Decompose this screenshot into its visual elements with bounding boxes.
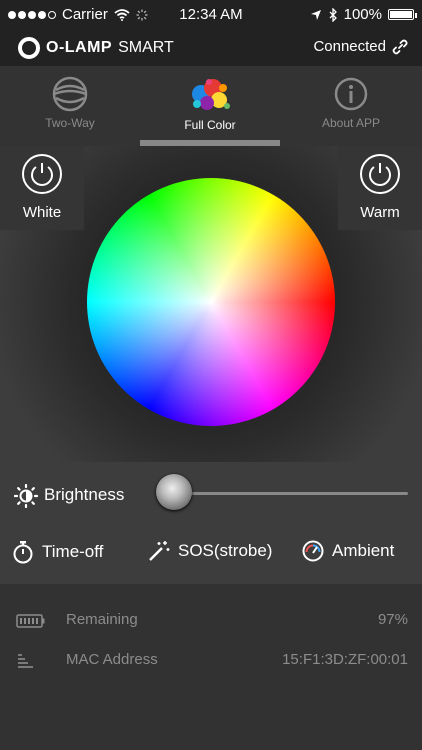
device-info-panel: Remaining 97% MAC Address 15:F1:3D:ZF:00… <box>0 584 422 750</box>
tab-about-app-label: About APP <box>321 116 381 130</box>
logo-suffix: SMART <box>118 39 174 56</box>
white-power-button[interactable]: White <box>0 146 84 230</box>
power-icon <box>360 154 400 194</box>
brightness-slider-track[interactable] <box>174 492 408 495</box>
location-arrow-icon <box>310 9 321 20</box>
ambient-label: Ambient <box>332 541 395 560</box>
logo-brand: O-LAMP <box>46 39 113 56</box>
remaining-value: 97% <box>377 611 408 628</box>
warm-power-button[interactable]: Warm <box>338 146 422 230</box>
tab-about-app[interactable]: About APP <box>280 66 422 146</box>
connection-label: Connected <box>313 38 386 55</box>
remaining-label: Remaining <box>66 611 138 628</box>
app-header: O-LAMP SMART Connected <box>0 30 422 66</box>
tab-two-way-label: Two-Way <box>45 116 95 130</box>
info-icon <box>334 77 368 111</box>
magic-wand-icon <box>149 541 170 561</box>
app-logo: O-LAMP SMART <box>18 37 174 59</box>
connection-status-button[interactable]: Connected <box>313 38 408 55</box>
mac-address-row: MAC Address 15:F1:3D:ZF:00:01 <box>0 646 422 676</box>
status-bar: Carrier 12:34 AM 100% <box>0 0 422 30</box>
remaining-row: Remaining 97% <box>0 606 422 636</box>
battery-icon <box>388 9 417 20</box>
list-bars-icon <box>18 654 33 668</box>
battery-level-icon <box>16 614 45 628</box>
status-right: 100% <box>310 6 417 23</box>
logo-ring-icon <box>18 37 40 59</box>
paint-splash-icon <box>192 79 230 110</box>
color-wheel[interactable] <box>87 178 335 426</box>
time-off-button[interactable]: Time-off <box>12 540 103 564</box>
bluetooth-icon <box>329 7 337 22</box>
tab-full-color[interactable]: Full Color <box>140 66 280 146</box>
two-way-icon <box>52 76 88 112</box>
battery-percent: 100% <box>343 6 382 23</box>
tab-full-color-label: Full Color <box>184 118 236 132</box>
tab-bar: Two-Way Full Color About APP <box>0 66 422 146</box>
link-icon <box>392 39 408 54</box>
time-off-label: Time-off <box>42 542 104 561</box>
brightness-icon <box>14 484 38 508</box>
brightness-row: Brightness <box>0 462 422 522</box>
warm-label: Warm <box>360 204 400 221</box>
mac-address-value: 15:F1:3D:ZF:00:01 <box>282 651 408 668</box>
stopwatch-icon <box>13 541 33 564</box>
brightness-slider-knob[interactable] <box>156 474 192 510</box>
sos-label: SOS(strobe) <box>178 541 273 560</box>
ambient-button[interactable]: Ambient <box>302 540 394 562</box>
color-picker-panel: White Warm <box>0 146 422 462</box>
white-label: White <box>22 204 62 221</box>
gauge-icon <box>302 540 324 562</box>
mac-address-label: MAC Address <box>66 651 158 668</box>
mode-controls-row: Time-off SOS(strobe) Ambient <box>0 532 422 572</box>
sos-strobe-button[interactable]: SOS(strobe) <box>148 540 272 562</box>
tab-two-way[interactable]: Two-Way <box>0 66 140 146</box>
power-icon <box>22 154 62 194</box>
brightness-label: Brightness <box>44 485 125 504</box>
